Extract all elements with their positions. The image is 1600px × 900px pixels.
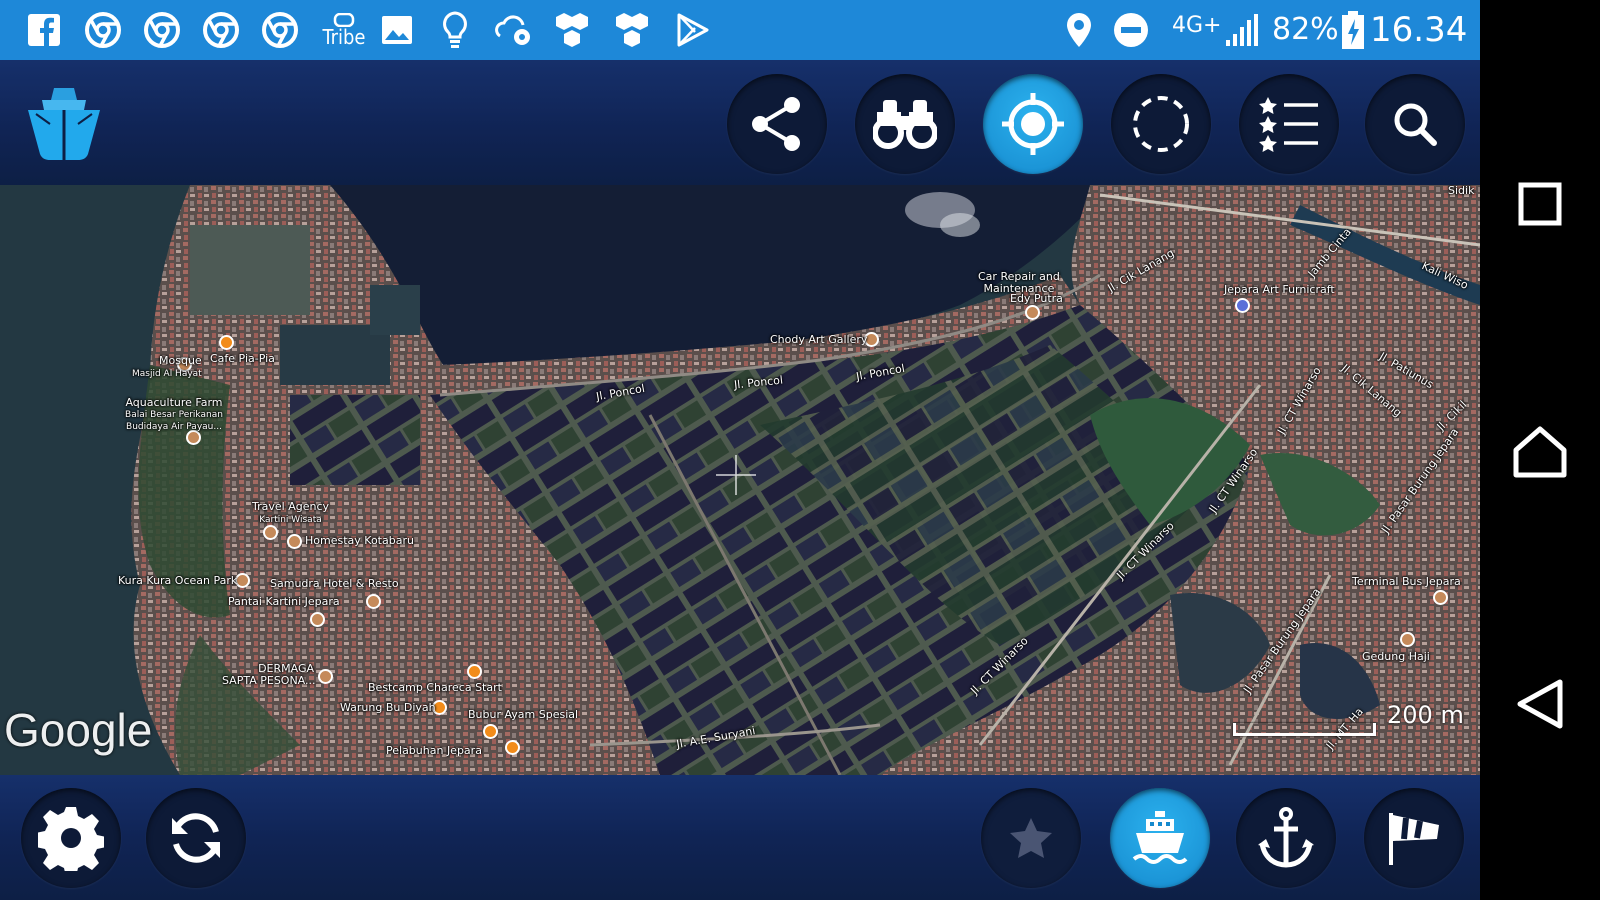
home-button[interactable] (1500, 412, 1580, 492)
map-label: Gedung Haji (1362, 650, 1430, 663)
map-label: Chody Art Gallery (770, 333, 868, 346)
anchor-button[interactable] (1236, 788, 1336, 888)
poi-bubur-marker[interactable] (483, 724, 498, 739)
scale-bar (1233, 723, 1376, 736)
back-button[interactable] (1500, 664, 1580, 744)
map-label: Cafe Pia-Pia (210, 352, 275, 365)
refresh-icon (172, 813, 220, 863)
windsock-icon (1389, 813, 1439, 865)
map-label: Travel Agency Kartini Wisata (252, 500, 329, 526)
clock: 16.34 (1370, 10, 1468, 50)
starred-list-icon (1259, 97, 1318, 152)
recents-icon (1518, 182, 1562, 226)
map-label: Sidik (1448, 185, 1475, 197)
star-icon (1010, 818, 1052, 858)
chrome-icon (144, 10, 180, 50)
share-button[interactable] (727, 74, 827, 174)
map-label: Pantai Kartini Jepara (228, 595, 340, 608)
lightbulb-icon (440, 10, 470, 50)
home-icon (1513, 426, 1567, 478)
poi-hotel-marker[interactable] (366, 594, 381, 609)
map-label: Mosque Masjid Al Hayat (132, 354, 202, 380)
poi-homestay-marker[interactable] (287, 534, 302, 549)
chrome-icon (262, 10, 298, 50)
do-not-disturb-icon (1112, 10, 1150, 50)
cloud-settings-icon (494, 10, 534, 50)
back-icon (1517, 679, 1563, 729)
poi-car-repair-marker[interactable] (1025, 305, 1040, 320)
gallery-icon (380, 10, 414, 50)
status-bar: Tribe 4G+ 82% 16.34 (0, 0, 1480, 60)
chrome-icon (203, 10, 239, 50)
google-logo: Google (4, 704, 153, 756)
hexagons-icon (612, 10, 652, 50)
scale-label: 200 m (1387, 701, 1464, 729)
share-icon (752, 97, 800, 151)
crosshair-icon (1002, 93, 1064, 155)
anchor-icon (1258, 807, 1314, 868)
search-button[interactable] (1365, 74, 1465, 174)
poi-bestcamp-marker[interactable] (467, 664, 482, 679)
binoculars-button[interactable] (855, 74, 955, 174)
ship-icon (1132, 811, 1188, 864)
location-pin-icon (1062, 10, 1096, 50)
map-label: Kura Kura Ocean Park (118, 574, 238, 587)
battery-charging-icon (1340, 10, 1366, 50)
map-label: Bestcamp Chareca Start (368, 681, 502, 694)
dashed-circle-icon (1133, 96, 1189, 152)
poi-pantai-kartini-marker[interactable] (310, 612, 325, 627)
tribe-label: Tribe (322, 25, 366, 49)
area-select-button[interactable] (1111, 74, 1211, 174)
wind-button[interactable] (1364, 788, 1464, 888)
hexagons-icon (552, 10, 592, 50)
map-label: Aquaculture Farm Balai Besar Perikanan Bu… (125, 396, 223, 433)
poi-gedung-haji-marker[interactable] (1400, 632, 1415, 647)
map-label: Terminal Bus Jepara (1352, 575, 1461, 588)
app-window: Tribe 4G+ 82% 16.34 Mosque Masjid Al Hay… (0, 0, 1480, 900)
poi-dermaga-marker[interactable] (318, 669, 333, 684)
facebook-icon (26, 10, 62, 50)
poi-furnicraft-marker[interactable] (1235, 298, 1250, 313)
poi-terminal-marker[interactable] (1433, 590, 1448, 605)
map-label: Homestay Kotabaru (305, 534, 414, 547)
favorites-list-button[interactable] (1239, 74, 1339, 174)
refresh-button[interactable] (146, 788, 246, 888)
vessels-button[interactable] (1110, 788, 1210, 888)
android-nav-bar (1480, 0, 1600, 900)
chrome-icon (85, 10, 121, 50)
network-type: 4G+ (1172, 13, 1222, 38)
map-label: Samudra Hotel & Resto (270, 577, 399, 590)
search-icon (1394, 103, 1437, 146)
play-store-icon (672, 10, 712, 50)
battery-percent: 82% (1272, 12, 1339, 47)
poi-travel-agency-marker[interactable] (263, 525, 278, 540)
favorite-button[interactable] (981, 788, 1081, 888)
poi-pelabuhan-marker[interactable] (505, 740, 520, 755)
poi-ocean-park-marker[interactable] (235, 573, 250, 588)
app-logo-ship-icon[interactable] (24, 84, 104, 160)
map-label: Jepara Art Furnicraft (1224, 283, 1335, 296)
map-label: Edy Putra (1010, 292, 1063, 305)
poi-cafe-marker[interactable] (219, 335, 234, 350)
map-label: DERMAGA SAPTA PESONA... (222, 662, 316, 687)
gear-icon (38, 807, 104, 871)
binoculars-icon (873, 100, 937, 149)
map-label: Warung Bu Diyah (340, 701, 436, 714)
my-location-button[interactable] (983, 74, 1083, 174)
recents-button[interactable] (1500, 164, 1580, 244)
map-label: Pelabuhan Jepara (386, 744, 482, 757)
map-label: Bubur Ayam Spesial (468, 708, 579, 721)
tribe-icon: Tribe (320, 10, 368, 50)
satellite-map[interactable]: Mosque Masjid Al Hayat Cafe Pia-Pia Aquac… (0, 185, 1480, 775)
settings-button[interactable] (21, 788, 121, 888)
signal-icon (1224, 10, 1260, 50)
